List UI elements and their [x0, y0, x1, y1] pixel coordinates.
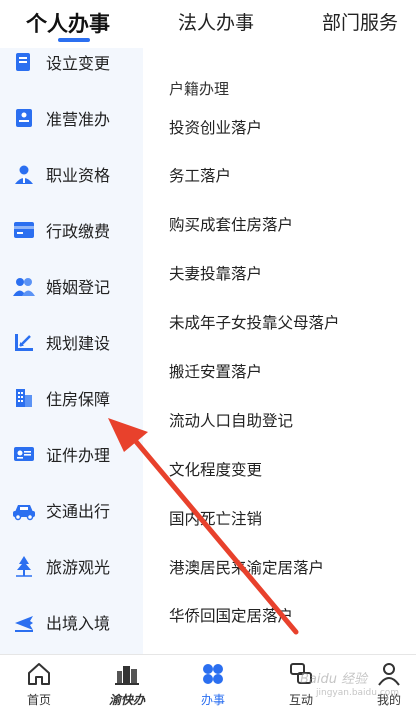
sidebar-item-label: 证件办理 — [46, 446, 111, 465]
sidebar-item-label: 准营准办 — [46, 110, 111, 129]
list-item[interactable]: 投资创业落户 — [169, 116, 262, 138]
nav-label: 渝快办 — [108, 693, 145, 707]
nav-services[interactable]: 办事 — [178, 659, 248, 715]
sidebar-item-label: 旅游观光 — [46, 558, 111, 577]
administrative-payment-icon — [12, 218, 36, 242]
nav-label: 办事 — [200, 693, 225, 707]
car-icon — [12, 498, 36, 522]
nav-home[interactable]: 首页 — [4, 659, 74, 715]
services-icon — [203, 664, 223, 684]
sidebar-item-label: 婚姻登记 — [46, 278, 111, 297]
sidebar-item-exit-entry[interactable]: 出境入境 — [0, 602, 143, 642]
sidebar-item-housing-security[interactable]: 住房保障 — [0, 378, 143, 418]
active-tab-indicator — [58, 38, 90, 42]
list-item[interactable]: 购买成套住房落户 — [169, 213, 293, 235]
sidebar-item-registration-change[interactable]: 设立变更 — [0, 48, 143, 82]
sidebar-item-transport[interactable]: 交通出行 — [0, 490, 143, 530]
housing-security-icon — [12, 386, 36, 410]
list-item[interactable]: 国内死亡注销 — [169, 507, 262, 529]
user-icon — [378, 663, 400, 686]
city-logo-icon — [115, 666, 139, 685]
list-item[interactable]: 文化程度变更 — [169, 458, 262, 480]
list-item[interactable]: 夫妻投靠落户 — [169, 262, 262, 284]
sidebar-item-marriage-registration[interactable]: 婚姻登记 — [0, 266, 143, 306]
list-item[interactable]: 流动人口自助登记 — [169, 409, 293, 431]
sidebar-item-label: 职业资格 — [46, 166, 111, 185]
sidebar-item-label: 设立变更 — [46, 54, 111, 73]
section-title: 户籍办理 — [169, 80, 230, 98]
list-item[interactable]: 港澳居民来渝定居落户 — [169, 556, 324, 578]
category-sidebar: 设立变更 准营准办 职业资格 行政缴费 婚姻登记 规划建设 住房保障 证件办理 … — [0, 48, 143, 654]
tab-department[interactable]: 部门服务 — [322, 8, 398, 35]
sidebar-item-label: 交通出行 — [46, 502, 111, 521]
sidebar-item-planning-construction[interactable]: 规划建设 — [0, 322, 143, 362]
sidebar-item-administrative-payment[interactable]: 行政缴费 — [0, 210, 143, 250]
airplane-icon — [12, 610, 36, 634]
list-item[interactable]: 华侨回国定居落户 — [169, 604, 293, 626]
sidebar-item-label: 住房保障 — [46, 390, 111, 409]
nav-label: 首页 — [26, 693, 51, 707]
id-card-icon — [12, 442, 36, 466]
sidebar-item-label: 规划建设 — [46, 334, 111, 353]
watermark-url: jingyan.baidu.com — [316, 688, 400, 698]
nav-brand[interactable]: 渝快办 — [92, 659, 162, 715]
service-list-panel: 户籍办理 投资创业落户 务工落户 购买成套住房落户 夫妻投靠落户 未成年子女投靠… — [143, 48, 416, 654]
business-permit-icon — [12, 106, 36, 130]
sidebar-item-professional-qualification[interactable]: 职业资格 — [0, 154, 143, 194]
list-item[interactable]: 务工落户 — [169, 164, 231, 186]
home-icon — [28, 663, 50, 685]
sidebar-item-label: 出境入境 — [46, 614, 111, 633]
tab-legal[interactable]: 法人办事 — [178, 8, 254, 35]
list-item[interactable]: 搬迁安置落户 — [169, 360, 262, 382]
top-tab-bar: 个人办事 法人办事 部门服务 — [0, 0, 416, 48]
sidebar-item-label: 行政缴费 — [46, 222, 111, 241]
marriage-registration-icon — [12, 274, 36, 298]
planning-construction-icon — [12, 330, 36, 354]
sidebar-item-business-permit[interactable]: 准营准办 — [0, 98, 143, 138]
sidebar-item-id-card[interactable]: 证件办理 — [0, 434, 143, 474]
professional-qualification-icon — [12, 162, 36, 186]
tab-personal[interactable]: 个人办事 — [26, 8, 110, 38]
tree-icon — [12, 554, 36, 578]
list-item[interactable]: 未成年子女投靠父母落户 — [169, 311, 340, 333]
watermark: Baidu 经验 — [300, 672, 368, 687]
sidebar-item-tourism[interactable]: 旅游观光 — [0, 546, 143, 586]
registration-change-icon — [12, 50, 36, 74]
